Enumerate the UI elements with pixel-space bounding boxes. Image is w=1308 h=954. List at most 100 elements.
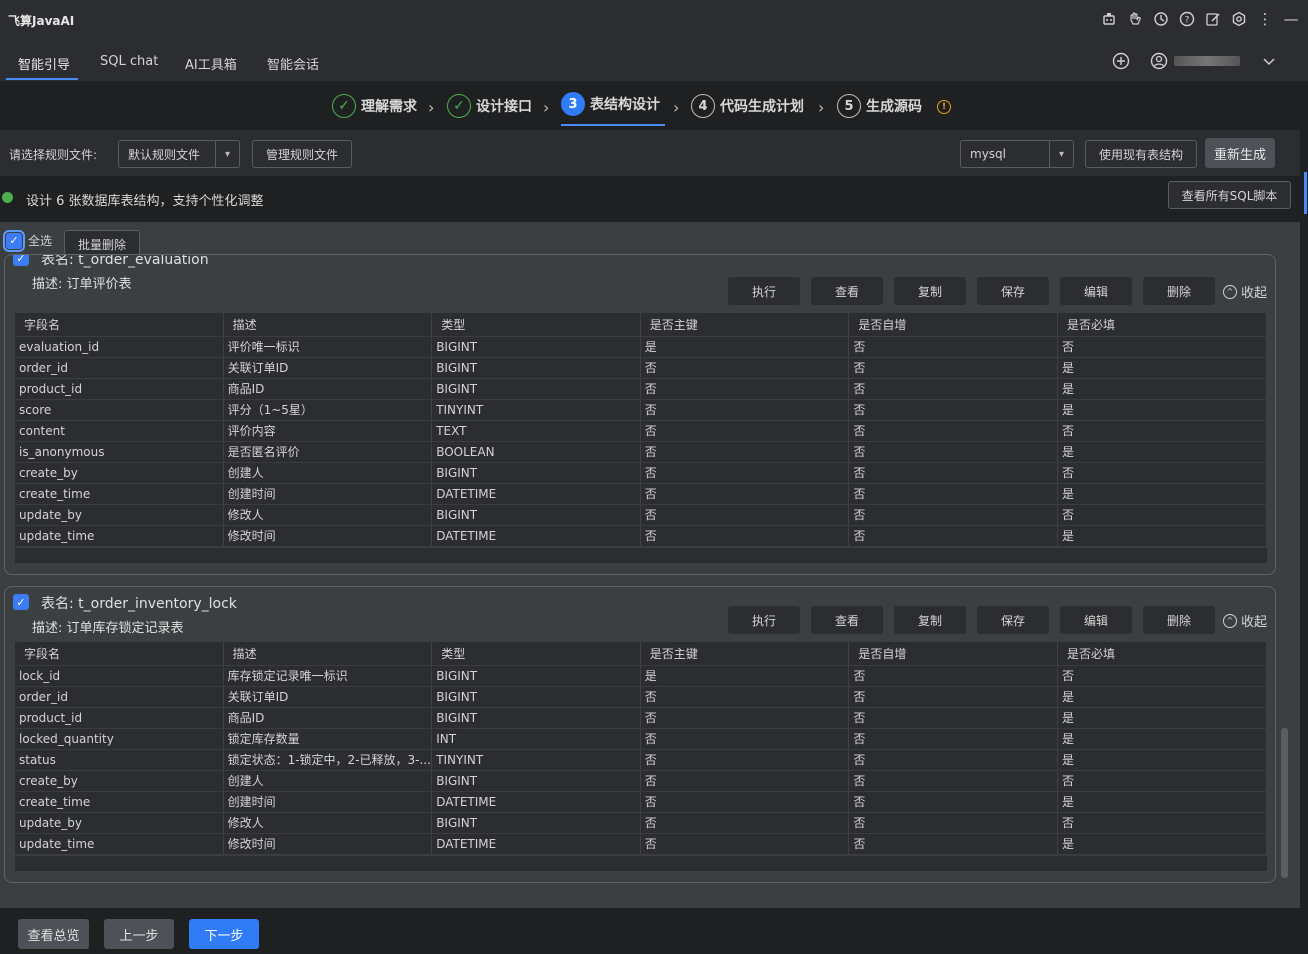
tab-smart-guide[interactable]: 智能引导 — [18, 54, 70, 73]
table-cell: 否 — [849, 358, 1058, 378]
table-cell: 关联订单ID — [224, 687, 433, 707]
column-header[interactable]: 类型 — [432, 313, 641, 336]
execute-button[interactable]: 执行 — [728, 606, 800, 634]
table-cell: 否 — [849, 708, 1058, 728]
table-cell: DATETIME — [432, 526, 641, 546]
svg-text:?: ? — [1185, 16, 1190, 26]
edit-button[interactable]: 编辑 — [1060, 277, 1132, 305]
more-icon[interactable]: ⋮ — [1256, 10, 1274, 28]
history-icon[interactable] — [1152, 10, 1170, 28]
table-row[interactable]: lock_id 库存锁定记录唯一标识 BIGINT 是否否 — [15, 666, 1267, 687]
column-header[interactable]: 是否主键 — [641, 313, 850, 336]
edit-icon[interactable] — [1204, 10, 1222, 28]
horizontal-scrollbar[interactable] — [15, 547, 1267, 563]
table-row[interactable]: order_id 关联订单ID BIGINT 否否是 — [15, 358, 1267, 379]
view-button[interactable]: 查看 — [811, 606, 883, 634]
chevron-down-icon: ▾ — [215, 141, 239, 167]
help-icon[interactable]: ? — [1178, 10, 1196, 28]
table-cell: 否 — [641, 421, 850, 441]
table-row[interactable]: status 锁定状态：1-锁定中，2-已释放，3-... TINYINT 否否是 — [15, 750, 1267, 771]
table-row[interactable]: product_id 商品ID BIGINT 否否是 — [15, 379, 1267, 400]
info-icon[interactable]: ! — [937, 100, 951, 114]
table-cell: 评价内容 — [224, 421, 433, 441]
table-row[interactable]: product_id 商品ID BIGINT 否否是 — [15, 708, 1267, 729]
step-code-plan[interactable]: 4 代码生成计划 — [691, 94, 804, 118]
delete-button[interactable]: 删除 — [1143, 606, 1215, 634]
column-header[interactable]: 描述 — [224, 313, 433, 336]
delete-button[interactable]: 删除 — [1143, 277, 1215, 305]
table-cell: 是 — [1058, 750, 1267, 770]
collapse-button[interactable]: ^ 收起 — [1223, 611, 1267, 630]
column-header[interactable]: 字段名 — [15, 313, 224, 336]
table-card: ✓ 表名: t_order_evaluation 描述: 订单评价表 执行 查看… — [4, 254, 1276, 575]
table-row[interactable]: update_time 修改时间 DATETIME 否否是 — [15, 834, 1267, 855]
column-header[interactable]: 是否必填 — [1058, 642, 1267, 665]
table-cell: 是 — [641, 666, 850, 686]
table-cell: 评分（1~5星） — [224, 400, 433, 420]
column-header[interactable]: 是否自增 — [849, 313, 1058, 336]
robot-icon[interactable] — [1100, 10, 1118, 28]
copy-button[interactable]: 复制 — [894, 277, 966, 305]
table-row[interactable]: order_id 关联订单ID BIGINT 否否是 — [15, 687, 1267, 708]
table-row[interactable]: locked_quantity 锁定库存数量 INT 否否是 — [15, 729, 1267, 750]
select-all-checkbox[interactable]: ✓ — [3, 229, 25, 252]
table-row[interactable]: content 评价内容 TEXT 否否否 — [15, 421, 1267, 442]
vertical-scrollbar[interactable] — [1281, 728, 1288, 878]
column-header[interactable]: 是否主键 — [641, 642, 850, 665]
overview-button[interactable]: 查看总览 — [18, 919, 89, 949]
use-existing-schema-button[interactable]: 使用现有表结构 — [1085, 140, 1197, 168]
chevron-down-icon[interactable] — [1260, 52, 1278, 70]
collapse-button[interactable]: ^ 收起 — [1223, 282, 1267, 301]
table-checkbox[interactable]: ✓ — [13, 594, 29, 610]
table-cell: 否 — [849, 834, 1058, 854]
rule-file-select[interactable]: 默认规则文件 ▾ — [118, 140, 240, 168]
save-button[interactable]: 保存 — [977, 606, 1049, 634]
settings-icon[interactable] — [1230, 10, 1248, 28]
step-understand[interactable]: ✓ 理解需求 — [332, 94, 417, 118]
copy-button[interactable]: 复制 — [894, 606, 966, 634]
column-header[interactable]: 是否必填 — [1058, 313, 1267, 336]
table-cell: 修改时间 — [224, 834, 433, 854]
previous-step-button[interactable]: 上一步 — [104, 919, 174, 949]
table-row[interactable]: update_by 修改人 BIGINT 否否否 — [15, 813, 1267, 834]
table-row[interactable]: create_time 创建时间 DATETIME 否否是 — [15, 792, 1267, 813]
step-generate-source[interactable]: 5 生成源码 — [837, 94, 922, 118]
table-description: 描述: 订单评价表 — [32, 277, 132, 292]
table-row[interactable]: create_time 创建时间 DATETIME 否否是 — [15, 484, 1267, 505]
minimize-icon[interactable]: — — [1282, 10, 1300, 28]
user-avatar-icon[interactable] — [1150, 52, 1168, 70]
add-icon[interactable] — [1112, 52, 1130, 70]
footer-bar: 查看总览 上一步 下一步 — [0, 908, 1300, 954]
save-button[interactable]: 保存 — [977, 277, 1049, 305]
column-header[interactable]: 类型 — [432, 642, 641, 665]
table-cell: 否 — [641, 358, 850, 378]
table-cell: 修改人 — [224, 813, 433, 833]
view-button[interactable]: 查看 — [811, 277, 883, 305]
manage-rules-button[interactable]: 管理规则文件 — [252, 140, 352, 168]
table-row[interactable]: update_by 修改人 BIGINT 否否否 — [15, 505, 1267, 526]
chevron-right-icon: › — [428, 98, 435, 117]
view-all-sql-button[interactable]: 查看所有SQL脚本 — [1168, 181, 1291, 209]
table-row[interactable]: score 评分（1~5星） TINYINT 否否是 — [15, 400, 1267, 421]
horizontal-scrollbar[interactable] — [15, 855, 1267, 871]
table-row[interactable]: is_anonymous 是否匿名评价 BOOLEAN 否否是 — [15, 442, 1267, 463]
database-select[interactable]: mysql ▾ — [960, 140, 1074, 168]
tab-smart-chat[interactable]: 智能会话 — [267, 54, 319, 73]
table-row[interactable]: update_time 修改时间 DATETIME 否否是 — [15, 526, 1267, 547]
next-step-button[interactable]: 下一步 — [189, 919, 259, 949]
column-header[interactable]: 描述 — [224, 642, 433, 665]
table-row[interactable]: create_by 创建人 BIGINT 否否否 — [15, 463, 1267, 484]
step-design-api[interactable]: ✓ 设计接口 — [447, 94, 532, 118]
table-checkbox[interactable]: ✓ — [13, 255, 29, 266]
column-header[interactable]: 字段名 — [15, 642, 224, 665]
column-header[interactable]: 是否自增 — [849, 642, 1058, 665]
edit-button[interactable]: 编辑 — [1060, 606, 1132, 634]
hand-icon[interactable] — [1126, 10, 1144, 28]
tab-ai-toolbox[interactable]: AI工具箱 — [185, 54, 237, 73]
execute-button[interactable]: 执行 — [728, 277, 800, 305]
table-row[interactable]: evaluation_id 评价唯一标识 BIGINT 是否否 — [15, 337, 1267, 358]
step-table-design[interactable]: 3 表结构设计 — [561, 92, 660, 116]
table-row[interactable]: create_by 创建人 BIGINT 否否否 — [15, 771, 1267, 792]
tab-sql-chat[interactable]: SQL chat — [100, 54, 158, 69]
regenerate-button[interactable]: 重新生成 — [1205, 138, 1275, 168]
